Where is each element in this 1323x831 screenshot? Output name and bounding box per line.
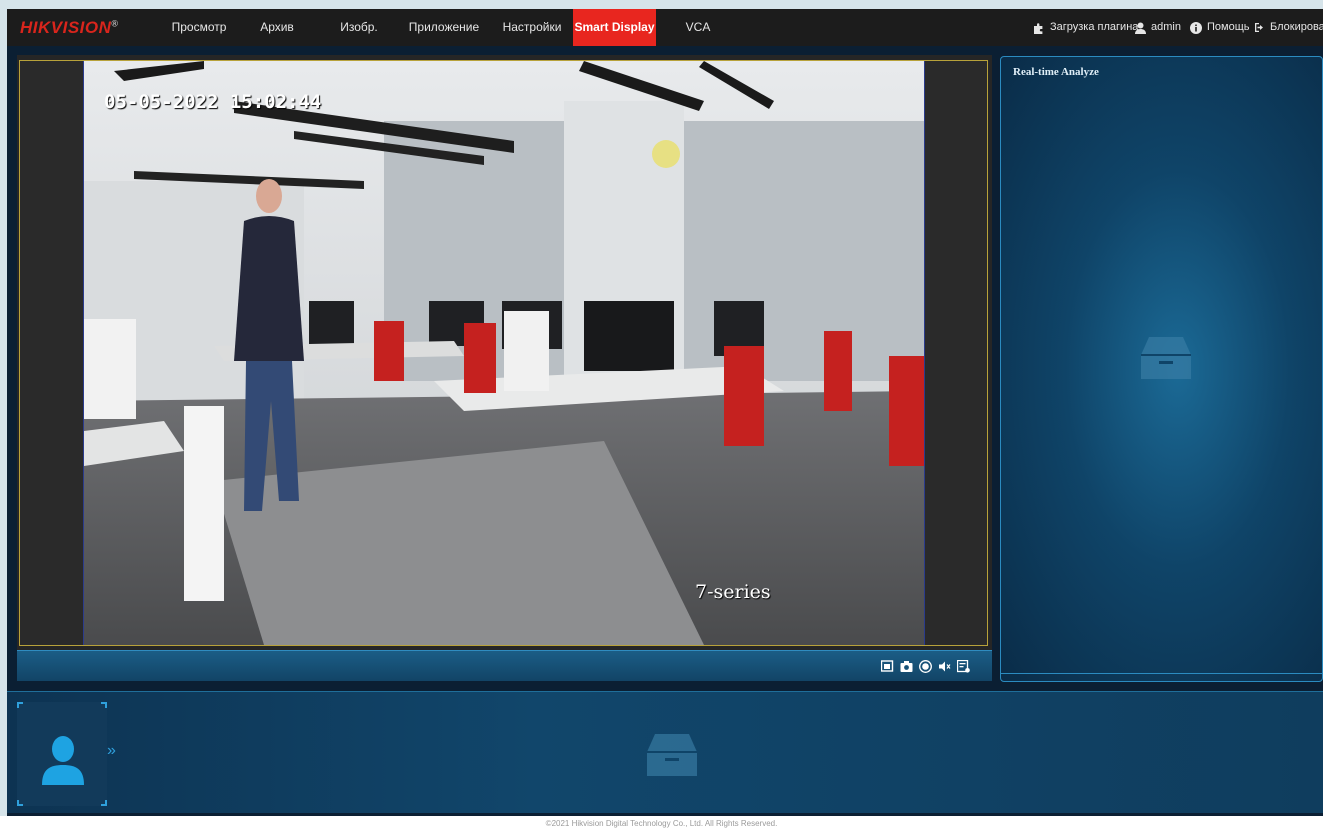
help-label: Помощь <box>1207 21 1250 33</box>
nav-archive[interactable]: Архив <box>247 9 307 46</box>
top-navigation-bar: HIKVISION® Просмотр Архив Изобр. Приложе… <box>7 9 1323 46</box>
help-button[interactable]: Помощь <box>1190 9 1250 46</box>
office-scene-image <box>84 61 924 645</box>
footer-copyright: ©2021 Hikvision Digital Technology Co., … <box>0 816 1323 831</box>
mute-icon[interactable] <box>938 660 951 673</box>
camera-snapshot-icon[interactable] <box>900 660 913 673</box>
logout-icon <box>1255 23 1263 32</box>
realtime-analyze-title: Real-time Analyze <box>1013 66 1099 78</box>
empty-inbox-icon <box>1141 337 1191 379</box>
lock-button[interactable]: Блокировать <box>1254 9 1323 46</box>
nav-application[interactable]: Приложение <box>404 9 484 46</box>
user-menu[interactable]: admin <box>1135 9 1181 46</box>
plugin-label: Загрузка плагина <box>1050 21 1139 33</box>
username-label: admin <box>1151 21 1181 33</box>
nav-vca[interactable]: VCA <box>675 9 721 46</box>
chevron-right-icon[interactable]: » <box>107 742 116 760</box>
capture-frame-icon[interactable] <box>881 660 894 673</box>
empty-inbox-icon <box>647 734 697 776</box>
hikvision-logo: HIKVISION® <box>20 18 119 37</box>
nav-settings[interactable]: Настройки <box>496 9 568 46</box>
osd-datetime: 05-05-2022 15:02:44 <box>104 91 322 113</box>
nav-preview[interactable]: Просмотр <box>159 9 239 46</box>
user-icon <box>1135 22 1146 34</box>
camera-stream[interactable]: 05-05-2022 15:02:44 7-series <box>83 61 925 645</box>
realtime-analyze-panel: Real-time Analyze <box>1000 56 1323 682</box>
person-avatar-icon <box>42 736 84 785</box>
nav-smart-display[interactable]: Smart Display <box>573 9 656 46</box>
capture-strip: » <box>7 691 1323 813</box>
panel-bottom-edge <box>1001 673 1322 681</box>
record-icon[interactable] <box>919 660 932 673</box>
face-capture-thumbnail[interactable] <box>17 702 107 806</box>
lock-label: Блокировать <box>1270 21 1323 33</box>
video-viewport[interactable]: 05-05-2022 15:02:44 7-series <box>19 60 988 646</box>
settings-display-icon[interactable] <box>957 660 970 673</box>
video-toolbar <box>17 650 992 681</box>
puzzle-icon <box>1034 22 1043 34</box>
plugin-download-button[interactable]: Загрузка плагина <box>1033 9 1138 46</box>
osd-camera-name: 7-series <box>695 581 771 603</box>
nav-image[interactable]: Изобр. <box>329 9 389 46</box>
help-icon <box>1190 21 1202 34</box>
app-frame: HIKVISION® Просмотр Архив Изобр. Приложе… <box>7 9 1323 816</box>
live-video-panel: 05-05-2022 15:02:44 7-series <box>17 55 992 681</box>
